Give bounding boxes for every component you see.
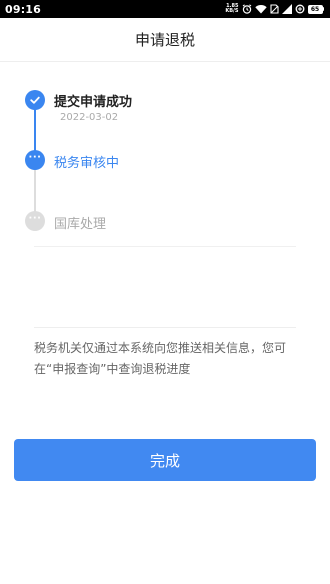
- in-progress-icon: ···: [25, 150, 45, 170]
- wifi-icon: [254, 4, 267, 14]
- status-icons: 1.85 KB/S 65: [225, 4, 324, 14]
- status-time: 09:16: [5, 2, 42, 16]
- network-speed-unit: KB/S: [225, 8, 239, 14]
- step-title-submitted: 提交申请成功: [54, 95, 133, 110]
- notice-text: 税务机关仅通过本系统向您推送相关信息，您可在“申报查询”中查询退税进度: [34, 341, 287, 376]
- done-button[interactable]: 完成: [14, 439, 316, 481]
- battery-level: 65: [307, 4, 323, 14]
- step-title-treasury: 国库处理: [54, 217, 107, 232]
- step-date-submitted: 2022-03-02: [60, 112, 119, 123]
- battery-icon: 65: [307, 4, 324, 14]
- nav-bar: 申请退税: [0, 18, 330, 62]
- divider: [34, 246, 296, 247]
- data-saver-icon: [295, 4, 305, 14]
- alarm-icon: [242, 4, 252, 14]
- pending-icon: ···: [25, 211, 45, 231]
- network-speed: 1.85 KB/S: [225, 4, 238, 14]
- divider: [34, 327, 296, 328]
- step-title-reviewing: 税务审核中: [54, 156, 120, 171]
- page-title: 申请退税: [134, 31, 195, 49]
- signal-icon: [281, 4, 292, 14]
- no-sim-icon: [269, 4, 279, 14]
- status-bar: 09:16 1.85 KB/S 65: [0, 0, 330, 18]
- check-icon: [25, 90, 45, 110]
